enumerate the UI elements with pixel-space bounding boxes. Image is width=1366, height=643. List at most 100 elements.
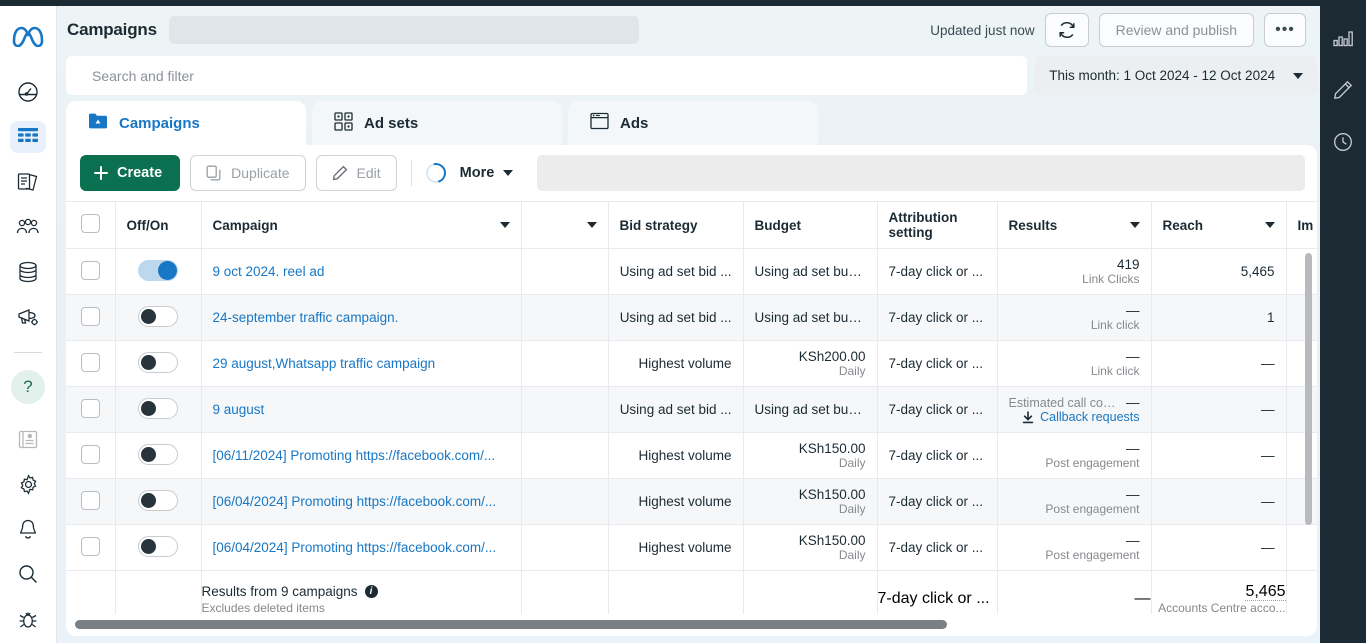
row-campaign-link[interactable]: 24-september traffic campaign. [213,310,510,325]
select-all-header [66,201,116,249]
row-campaign-link[interactable]: 9 oct 2024. reel ad [213,264,510,279]
meta-logo[interactable] [10,22,46,50]
edit-button[interactable]: Edit [315,155,397,191]
row-campaign-link[interactable]: [06/04/2024] Promoting https://facebook.… [213,494,510,509]
sidebar-item-audiences[interactable] [10,211,46,243]
row-delivery-cell [521,478,609,525]
row-budget-cell: KSh200.00 Daily [743,340,878,387]
tab-campaigns[interactable]: Campaigns [66,101,306,145]
vertical-scrollbar[interactable] [1305,253,1312,525]
row-callback-label: Callback requests [1040,410,1140,424]
sidebar-item-ads[interactable] [10,301,46,333]
header-delivery[interactable] [521,201,609,249]
row-status-toggle[interactable] [137,397,178,419]
bar-chart-icon[interactable] [1327,22,1359,54]
download-icon [1022,410,1034,423]
row-budget-main: Using ad set bud... [754,264,866,279]
sidebar-item-help[interactable]: ? [11,370,45,404]
row-callback-requests-link[interactable]: Callback requests [1009,410,1140,424]
sidebar-item-campaigns[interactable] [10,121,46,153]
clock-icon[interactable] [1327,126,1359,158]
sidebar-item-settings[interactable] [10,468,46,500]
row-status-toggle[interactable] [137,305,178,327]
row-attribution-cell: 7-day click or ... [877,478,998,525]
table-row[interactable]: 9 oct 2024. reel ad Using ad set bid ...… [66,248,1317,295]
row-checkbox[interactable] [80,260,100,280]
tab-ad-sets-label: Ad sets [364,114,419,132]
tab-ads[interactable]: Ads [568,101,818,145]
row-offon-cell [115,386,202,433]
table-row[interactable]: [06/11/2024] Promoting https://facebook.… [66,432,1317,479]
table-row[interactable]: 29 august,Whatsapp traffic campaign High… [66,340,1317,387]
row-impressions-cell [1286,386,1317,433]
sidebar-item-news[interactable] [10,423,46,455]
row-checkbox[interactable] [80,536,100,556]
duplicate-label: Duplicate [231,165,290,181]
sidebar-bottom-nav [10,423,46,635]
header-results[interactable]: Results [997,201,1152,249]
header-campaign[interactable]: Campaign [201,201,522,249]
row-campaign-link[interactable]: [06/04/2024] Promoting https://facebook.… [213,540,510,555]
row-select-cell [66,432,116,479]
row-campaign-link[interactable]: 29 august,Whatsapp traffic campaign [213,356,510,371]
summary-title-text: Results from 9 campaigns [201,583,358,599]
table-row[interactable]: [06/04/2024] Promoting https://facebook.… [66,478,1317,525]
row-checkbox[interactable] [80,444,100,464]
refresh-button[interactable] [1044,13,1089,47]
row-status-toggle[interactable] [137,351,178,373]
row-delivery-cell [521,432,609,479]
row-checkbox[interactable] [80,306,100,326]
row-results-cell: — Post engagement [997,524,1152,571]
info-icon[interactable]: i [364,584,378,598]
page-header: Campaigns Updated just now Review and pu… [57,6,1320,54]
search-input[interactable]: Search and filter [66,56,1028,95]
create-button[interactable]: Create [80,155,181,191]
row-delivery-cell [521,294,609,341]
table-row[interactable]: 24-september traffic campaign. Using ad … [66,294,1317,341]
tab-ad-sets[interactable]: Ad sets [312,101,562,145]
row-checkbox[interactable] [80,352,100,372]
duplicate-button[interactable]: Duplicate [190,155,306,191]
horizontal-scrollbar-thumb[interactable] [75,620,947,629]
header-reach[interactable]: Reach [1151,201,1287,249]
table-row[interactable]: [06/04/2024] Promoting https://facebook.… [66,524,1317,571]
row-impressions-cell [1286,478,1317,525]
sidebar-item-report-bug[interactable] [10,603,46,635]
card-bottom-edge [66,636,1317,643]
search-filter-row: Search and filter This month: 1 Oct 2024… [66,56,1317,95]
row-status-toggle[interactable] [137,259,178,281]
date-range-picker[interactable]: This month: 1 Oct 2024 - 12 Oct 2024 [1035,56,1317,95]
sidebar-item-search[interactable] [10,558,46,590]
tab-bar: Campaigns Ad sets Ads [66,101,1317,145]
right-sidebar [1320,6,1366,643]
row-results-value: — [1126,441,1140,456]
more-dropdown-button[interactable]: More [460,165,514,181]
row-status-toggle[interactable] [137,535,178,557]
row-campaign-link[interactable]: [06/11/2024] Promoting https://facebook.… [213,448,510,463]
sidebar-item-dashboard[interactable] [10,76,46,108]
row-status-toggle[interactable] [137,489,178,511]
row-campaign-link[interactable]: 9 august [213,402,510,417]
row-bid-strategy-cell: Highest volume [608,340,744,387]
sidebar-item-billing[interactable] [10,256,46,288]
more-label: More [459,165,495,181]
row-reach-cell: — [1151,340,1287,387]
more-options-button[interactable]: ••• [1264,13,1306,47]
row-attribution-cell: 7-day click or ... [877,248,998,295]
sidebar-item-pages[interactable] [10,166,46,198]
table-row[interactable]: 9 august Using ad set bid ... Using ad s… [66,386,1317,433]
row-checkbox[interactable] [80,398,100,418]
header-off-on: Off/On [115,201,202,249]
select-all-checkbox[interactable] [80,214,100,233]
row-status-toggle[interactable] [137,443,178,465]
review-and-publish-button[interactable]: Review and publish [1098,13,1254,47]
row-reach-cell: 1 [1151,294,1287,341]
header-campaign-label: Campaign [212,217,278,233]
row-offon-cell [115,432,202,479]
row-reach-cell: — [1151,478,1287,525]
sidebar-item-notifications[interactable] [10,513,46,545]
row-checkbox[interactable] [80,490,100,510]
ad-sets-grid-icon [334,111,353,135]
row-results-value: 419 [1116,257,1140,272]
pencil-icon[interactable] [1327,74,1359,106]
